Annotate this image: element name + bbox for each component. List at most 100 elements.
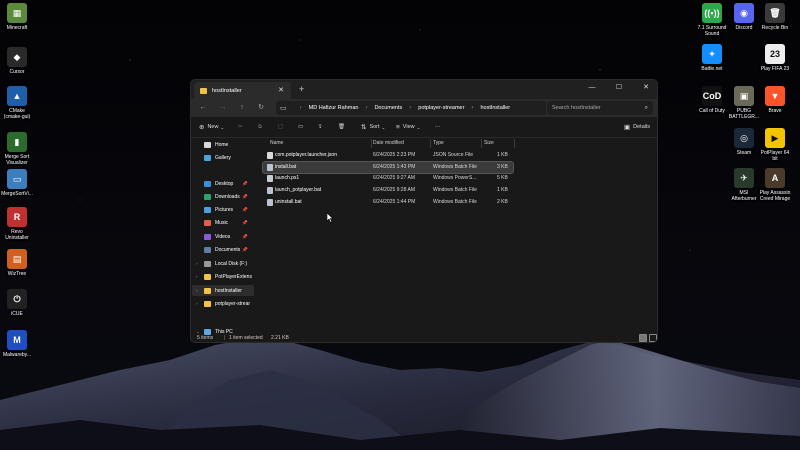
- chevron-right-icon[interactable]: ›: [196, 301, 198, 306]
- desktop-icon[interactable]: ◎ Steam: [727, 128, 761, 156]
- breadcrumb[interactable]: ▭ › MD Hafizur Rahman › Documents › potp…: [276, 101, 546, 115]
- new-tab-button[interactable]: +: [299, 84, 304, 94]
- desktop-icon[interactable]: ▦ Minecraft: [0, 3, 34, 31]
- desktop-icon[interactable]: ◆ Cursor: [0, 47, 34, 75]
- new-button[interactable]: ⊕ New ⌄: [199, 122, 224, 133]
- desktop-icon[interactable]: ▼ Brave: [758, 86, 792, 114]
- rename-icon[interactable]: ▭: [298, 122, 303, 133]
- sidebar-item-gallery[interactable]: Gallery: [192, 152, 254, 163]
- desktop-icon[interactable]: ◉ Discord: [727, 3, 761, 31]
- pin-icon: 📌: [242, 180, 248, 186]
- file-type: JSON Source File: [433, 152, 474, 158]
- sidebar-item-documents[interactable]: Documents 📌: [192, 244, 254, 255]
- share-icon[interactable]: ⇪: [318, 122, 323, 133]
- sidebar-item-downloads[interactable]: Downloads 📌: [192, 191, 254, 202]
- desktop-icon[interactable]: ▮ Merge Sort Visualizer: [0, 132, 34, 166]
- desktop-icon[interactable]: ▶ PotPlayer 64 bit: [758, 128, 792, 162]
- chevron-right-icon[interactable]: ›: [196, 288, 198, 293]
- chevron-right-icon[interactable]: ›: [471, 105, 473, 111]
- column-date-modified[interactable]: Date modified: [373, 140, 404, 146]
- column-type[interactable]: Type: [433, 140, 444, 146]
- column-name[interactable]: Name: [270, 140, 283, 146]
- breadcrumb-hostinstaller[interactable]: hostInstaller: [480, 105, 510, 111]
- json-file-icon: [267, 152, 273, 159]
- desktop-icon[interactable]: ▤ WizTree: [0, 249, 34, 277]
- this-pc-icon[interactable]: ▭: [280, 104, 287, 112]
- sidebar-item-potplayer-strear[interactable]: › potplayer-strear: [192, 298, 254, 309]
- desktop-icon[interactable]: ▣ PUBG BATTLEGR...: [727, 86, 761, 120]
- search-input[interactable]: Search hostInstaller ⌕: [547, 101, 653, 115]
- desktop-icon[interactable]: 🗑 Recycle Bin: [758, 3, 792, 31]
- cut-icon[interactable]: ✂: [238, 122, 243, 133]
- breadcrumb-potplayer-streamer[interactable]: potplayer-streamer: [418, 105, 464, 111]
- file-date-modified: 6/24/2025 2:23 PM: [373, 152, 416, 158]
- breadcrumb-documents[interactable]: Documents: [374, 105, 402, 111]
- file-type: Windows Batch File: [433, 198, 477, 205]
- close-window-button[interactable]: ✕: [637, 82, 655, 94]
- column-divider[interactable]: [430, 139, 431, 148]
- refresh-icon[interactable]: ↻: [255, 102, 267, 114]
- chevron-right-icon[interactable]: ›: [300, 105, 302, 111]
- minimize-button[interactable]: —: [583, 82, 601, 94]
- desktop-icon[interactable]: 23 Play FIFA 23: [758, 44, 792, 72]
- discord-icon: ◉: [734, 3, 754, 23]
- up-arrow-icon[interactable]: ↑: [236, 102, 248, 114]
- file-row[interactable]: uninstall.bat 6/24/2025 1:44 PM Windows Ba…: [263, 197, 513, 208]
- title-bar[interactable]: hostInstaller ✕ + — ☐ ✕: [191, 80, 657, 99]
- chevron-right-icon[interactable]: ›: [196, 261, 198, 266]
- desktop-icon[interactable]: ▲ CMake (cmake-gui): [0, 86, 34, 120]
- column-divider[interactable]: [371, 139, 372, 148]
- chevron-right-icon[interactable]: ›: [365, 105, 367, 111]
- column-size[interactable]: Size: [484, 140, 494, 146]
- steam-icon: ◎: [734, 128, 754, 148]
- column-divider[interactable]: [481, 139, 482, 148]
- desktop-icon[interactable]: ▭ MergeSortVi...: [0, 169, 34, 197]
- desktop-icon[interactable]: R Revo Uninstaller: [0, 207, 34, 241]
- forward-arrow-icon[interactable]: →: [217, 102, 229, 114]
- sidebar-item-hostinstaller[interactable]: › hostInstaller: [192, 285, 254, 296]
- sidebar-item-pictures[interactable]: Pictures 📌: [192, 204, 254, 215]
- sort-button[interactable]: ⇅ Sort ⌄: [361, 122, 385, 133]
- command-bar: ⊕ New ⌄ ✂ ⧉ ▢ ▭ ⇪ 🗑 ⇅ Sort ⌄ ≡ View ⌄ ··…: [191, 117, 657, 138]
- sidebar-item-home[interactable]: Home: [192, 139, 254, 150]
- desktop-icon-label: Play Assassin Creed Mirage: [759, 190, 791, 202]
- desktop-icon[interactable]: A Play Assassin Creed Mirage: [758, 168, 792, 202]
- file-row[interactable]: install.bat 6/24/2025 1:43 PM Windows Batc…: [262, 160, 514, 174]
- close-tab-icon[interactable]: ✕: [278, 86, 284, 94]
- back-arrow-icon[interactable]: ←: [197, 102, 209, 114]
- desktop-icon-label: Minecraft: [6, 25, 28, 31]
- maximize-button[interactable]: ☐: [610, 82, 628, 94]
- chevron-right-icon[interactable]: ›: [409, 105, 411, 111]
- tiles-view-toggle[interactable]: [649, 334, 657, 342]
- desktop-icon[interactable]: ✦ Battle.net: [695, 44, 729, 72]
- file-row[interactable]: com.potplayer.launcher.json 6/24/2025 2:2…: [263, 150, 513, 161]
- desktop-icon[interactable]: CoD Call of Duty: [695, 86, 729, 114]
- sidebar-item-potplayerextens[interactable]: › PotPlayerExtens: [192, 271, 254, 282]
- desktop-icon[interactable]: ⏻ iCUE: [0, 289, 34, 317]
- sidebar-item-desktop[interactable]: Desktop 📌: [192, 178, 254, 189]
- pin-icon: 📌: [242, 206, 248, 212]
- details-pane-button[interactable]: ▣ Details: [624, 122, 650, 133]
- breadcrumb-user[interactable]: MD Hafizur Rahman: [309, 105, 359, 111]
- tab-hostinstaller[interactable]: hostInstaller ✕: [194, 82, 291, 99]
- copy-icon[interactable]: ⧉: [258, 122, 262, 133]
- more-options-button[interactable]: ···: [435, 122, 441, 133]
- chevron-right-icon[interactable]: ›: [196, 274, 198, 279]
- file-row[interactable]: launch_potplayer.bat 6/24/2025 9:28 AM Win…: [263, 185, 513, 196]
- file-date-modified: 6/24/2025 9:28 AM: [373, 187, 415, 194]
- file-row[interactable]: launch.ps1 6/24/2025 9:27 AM Windows Power…: [263, 173, 513, 184]
- desktop-icon-label: PUBG BATTLEGR...: [728, 108, 760, 120]
- delete-icon[interactable]: 🗑: [338, 122, 345, 133]
- column-divider[interactable]: [514, 139, 515, 148]
- desktop-icon[interactable]: ((•)) 7.1 Surround Sound: [695, 3, 729, 37]
- paste-icon[interactable]: ▢: [278, 122, 283, 133]
- view-button[interactable]: ≡ View ⌄: [396, 122, 420, 133]
- sidebar-item-local-disk-f[interactable]: › Local Disk (F:): [192, 258, 254, 269]
- surround-sound-icon: ((•)): [702, 3, 722, 23]
- desktop-icon[interactable]: ✈ MSI Afterburner: [727, 168, 761, 202]
- details-view-toggle[interactable]: [639, 334, 647, 342]
- file-size: 1 KB: [497, 187, 508, 194]
- sidebar-item-videos[interactable]: Videos 📌: [192, 231, 254, 242]
- sidebar-item-music[interactable]: Music 📌: [192, 217, 254, 228]
- desktop-icon[interactable]: M Malwareby...: [0, 330, 34, 358]
